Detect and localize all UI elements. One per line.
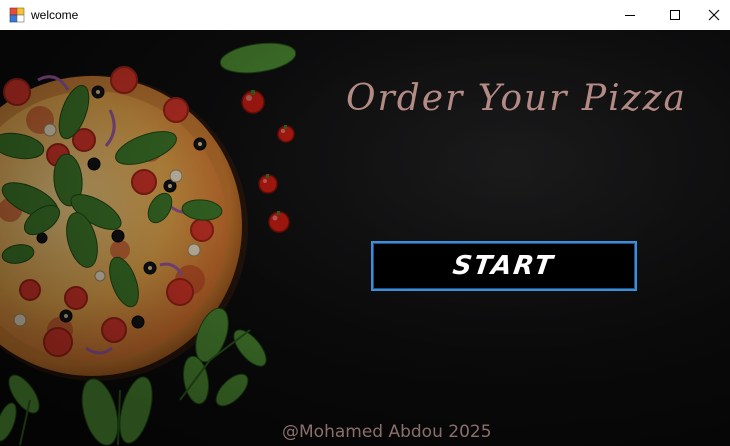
app-icon <box>9 7 25 23</box>
title-bar[interactable]: welcome <box>0 0 730 30</box>
page-title: Order Your Pizza <box>346 78 688 119</box>
footer-credit: @Mohamed Abdou 2025 <box>282 422 492 442</box>
minimize-icon <box>624 9 636 21</box>
close-icon <box>708 9 720 21</box>
minimize-button[interactable] <box>607 0 653 30</box>
app-window: welcome Order Your Pizza START @Mohamed … <box>0 0 730 446</box>
welcome-form: Order Your Pizza START @Mohamed Abdou 20… <box>0 30 730 446</box>
window-title: welcome <box>31 8 79 22</box>
close-button[interactable] <box>697 0 730 30</box>
start-button-label: START <box>451 251 557 281</box>
maximize-icon <box>669 9 681 21</box>
maximize-button[interactable] <box>652 0 698 30</box>
start-button[interactable]: START <box>371 241 637 291</box>
